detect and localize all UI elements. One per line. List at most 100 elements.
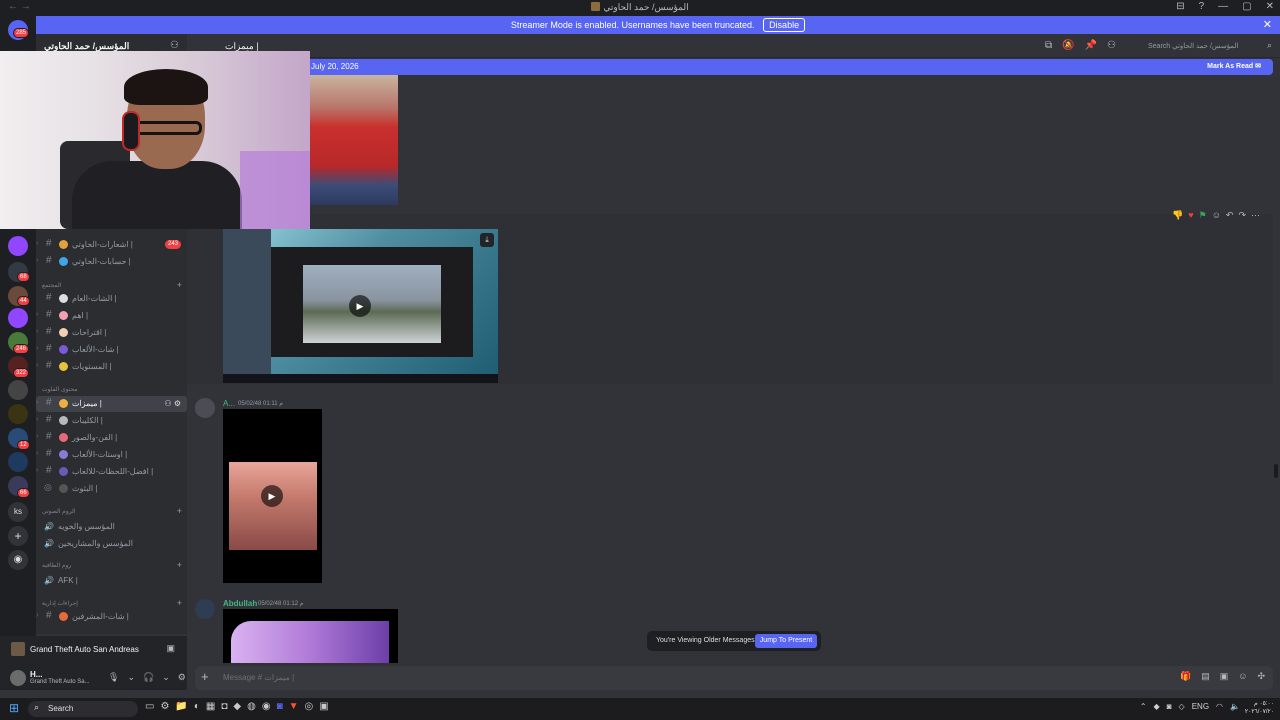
voice-channel[interactable]: 🔊 المؤسس والمشاريخين xyxy=(44,539,133,548)
tray-discord-icon[interactable]: ◙ xyxy=(1167,702,1172,711)
reaction-thumbs-down-icon[interactable]: 👎 xyxy=(1172,210,1183,221)
sticker-icon[interactable]: ▣ xyxy=(1220,671,1229,682)
channel-item-selected[interactable]: › # ميمزات | ⚇ ⚙ xyxy=(36,396,187,412)
more-icon[interactable]: ⋯ xyxy=(1251,210,1260,221)
chevron-up-icon[interactable]: ⌃ xyxy=(1140,702,1147,711)
microphone-icon[interactable]: 🎙 xyxy=(108,672,119,683)
video-attachment[interactable]: ▶ xyxy=(223,409,322,583)
channel-settings-icon[interactable]: ⚇ ⚙ xyxy=(164,399,181,408)
stream-screen-icon[interactable]: ▣ xyxy=(166,643,175,654)
channel-item[interactable]: › # الفن-والصور | xyxy=(36,430,187,446)
play-icon[interactable]: ▶ xyxy=(349,295,371,317)
video-attachment[interactable]: ▶ ⤓ xyxy=(223,229,498,383)
chrome-icon[interactable]: ◉ xyxy=(262,701,271,712)
add-server-icon[interactable]: + xyxy=(8,526,28,546)
download-icon[interactable]: ⤓ xyxy=(480,233,494,247)
add-channel-icon[interactable]: + xyxy=(177,506,182,516)
server-icon-6[interactable] xyxy=(8,380,28,400)
inbox-icon[interactable]: ⊟ xyxy=(1176,1,1184,12)
scrollbar-thumb[interactable] xyxy=(1274,464,1278,478)
category-header[interactable]: المجتمع + xyxy=(42,280,182,290)
settings-icon[interactable]: ⚙ xyxy=(160,701,169,712)
channel-item[interactable]: › # اقتراحات | xyxy=(36,325,187,341)
add-channel-icon[interactable]: + xyxy=(177,280,182,290)
category-header[interactable]: الروم الصوتي + xyxy=(42,506,182,516)
banner-close-icon[interactable]: ✕ xyxy=(1263,16,1272,34)
steam-icon[interactable]: ◎ xyxy=(305,701,314,712)
channel-item[interactable]: › # الكليبات | xyxy=(36,413,187,429)
chevron-down-icon[interactable]: ⌄ xyxy=(162,672,170,683)
emoji-picker-icon[interactable]: ☺ xyxy=(1238,671,1247,682)
tray-app-icon[interactable]: ◆ xyxy=(1154,702,1160,711)
headphones-icon[interactable]: 🎧 xyxy=(143,672,154,683)
mark-as-read-button[interactable]: Mark As Read ✉ xyxy=(1207,62,1261,70)
server-icon-twitch-2[interactable] xyxy=(8,308,28,328)
edge-icon[interactable]: ◐ xyxy=(194,701,200,712)
members-icon[interactable]: ⚇ xyxy=(1107,40,1116,51)
channel-item[interactable]: ◎ البثوث | xyxy=(36,481,187,497)
tray-app-icon-2[interactable]: ◇ xyxy=(1179,702,1185,711)
taskbar-search[interactable]: ⌕ Search xyxy=(28,701,138,717)
message-composer[interactable]: + Message # ميمزات | 🎁 ▤ ▣ ☺ ✣ xyxy=(195,666,1273,690)
store-icon[interactable]: ▦ xyxy=(206,701,215,712)
add-channel-icon[interactable]: + xyxy=(177,560,182,570)
server-ks[interactable]: ks xyxy=(8,502,28,522)
server-icon-twitch[interactable] xyxy=(8,236,28,256)
avatar[interactable] xyxy=(195,398,215,418)
reaction-heart-icon[interactable]: ♥ xyxy=(1188,210,1193,221)
apps-icon[interactable]: ✣ xyxy=(1257,671,1265,682)
reaction-flag-icon[interactable]: ⚑ xyxy=(1199,210,1207,221)
channel-item[interactable]: › # اهم | xyxy=(36,308,187,324)
threads-icon[interactable]: ⧉ xyxy=(1045,40,1052,51)
channel-item[interactable]: # الشات-العام | xyxy=(36,291,187,307)
camera-app-icon[interactable]: ◘ xyxy=(221,701,227,712)
category-header[interactable]: روم الطافيه + xyxy=(42,560,182,570)
forward-icon[interactable]: ↷ xyxy=(1238,210,1246,221)
message-input[interactable]: Message # ميمزات | xyxy=(223,673,294,682)
voice-channel[interactable]: 🔊 المؤسس والخويه xyxy=(44,522,115,531)
help-icon[interactable]: ? xyxy=(1199,1,1205,12)
server-icon-9[interactable] xyxy=(8,452,28,472)
play-icon[interactable]: ▶ xyxy=(261,485,283,507)
channel-item[interactable]: › # شات-المشرفين | xyxy=(36,609,187,625)
gift-icon[interactable]: 🎁 xyxy=(1180,671,1191,682)
minimize-button[interactable]: — xyxy=(1218,1,1228,12)
jump-to-present-button[interactable]: Jump To Present xyxy=(755,634,817,648)
folder-icon[interactable]: 📁 xyxy=(175,701,187,712)
discord-icon[interactable]: ◙ xyxy=(277,701,283,712)
close-button[interactable]: ✕ xyxy=(1266,1,1274,12)
game-app-icon[interactable]: ▣ xyxy=(319,701,328,712)
channel-item[interactable]: › # شات-الألعاب | xyxy=(36,342,187,358)
language-indicator[interactable]: ENG xyxy=(1192,702,1209,711)
category-header[interactable]: محتوى الفلوت xyxy=(42,386,182,393)
channel-item[interactable]: › # المستويات | xyxy=(36,359,187,375)
channel-item[interactable]: › # اوستات-الألعاب | xyxy=(36,447,187,463)
search-input[interactable]: Search المؤسس/ حمد الحاوتي ⌕ xyxy=(1142,38,1272,54)
channel-item[interactable]: › # اشعارات-الحاوتي | 243 xyxy=(36,237,187,253)
video-attachment[interactable] xyxy=(223,609,398,663)
taskbar-clock[interactable]: ٠٥:٠٠ م ٢٠٢٦/٠٧/٢٠ xyxy=(1245,700,1274,716)
add-reaction-icon[interactable]: ☺ xyxy=(1212,210,1221,221)
gear-icon[interactable]: ⚙ xyxy=(178,672,186,683)
disable-streamer-button[interactable]: Disable xyxy=(763,18,806,32)
explore-icon[interactable]: ◉ xyxy=(8,550,28,570)
reply-icon[interactable]: ↶ xyxy=(1226,210,1234,221)
pin-icon[interactable]: 📌 xyxy=(1085,40,1097,51)
new-messages-bar[interactable]: July 20, 2026 Mark As Read ✉ xyxy=(307,59,1273,75)
volume-icon[interactable]: 🔈 xyxy=(1230,702,1240,711)
avatar[interactable] xyxy=(195,599,215,619)
mute-bell-icon[interactable]: 🔕 xyxy=(1062,40,1074,51)
add-channel-icon[interactable]: + xyxy=(177,598,182,608)
chevron-down-icon[interactable]: ⌄ xyxy=(127,672,135,683)
avatar[interactable] xyxy=(10,670,26,686)
message-image[interactable] xyxy=(310,75,398,205)
wifi-icon[interactable]: ◠ xyxy=(1216,702,1223,711)
brave-icon[interactable]: ▼ xyxy=(289,701,299,712)
category-header[interactable]: إجراءات إدارية + xyxy=(42,598,182,608)
task-view-icon[interactable]: ▭ xyxy=(145,701,154,712)
windows-start-icon[interactable]: ⊞ xyxy=(9,702,22,715)
firefox-icon[interactable]: ◍ xyxy=(247,701,256,712)
maximize-button[interactable]: ▢ xyxy=(1242,1,1251,12)
channel-item[interactable]: › # افضل-اللحظات-للالعاب | xyxy=(36,464,187,480)
message-author[interactable]: A... xyxy=(223,399,235,408)
